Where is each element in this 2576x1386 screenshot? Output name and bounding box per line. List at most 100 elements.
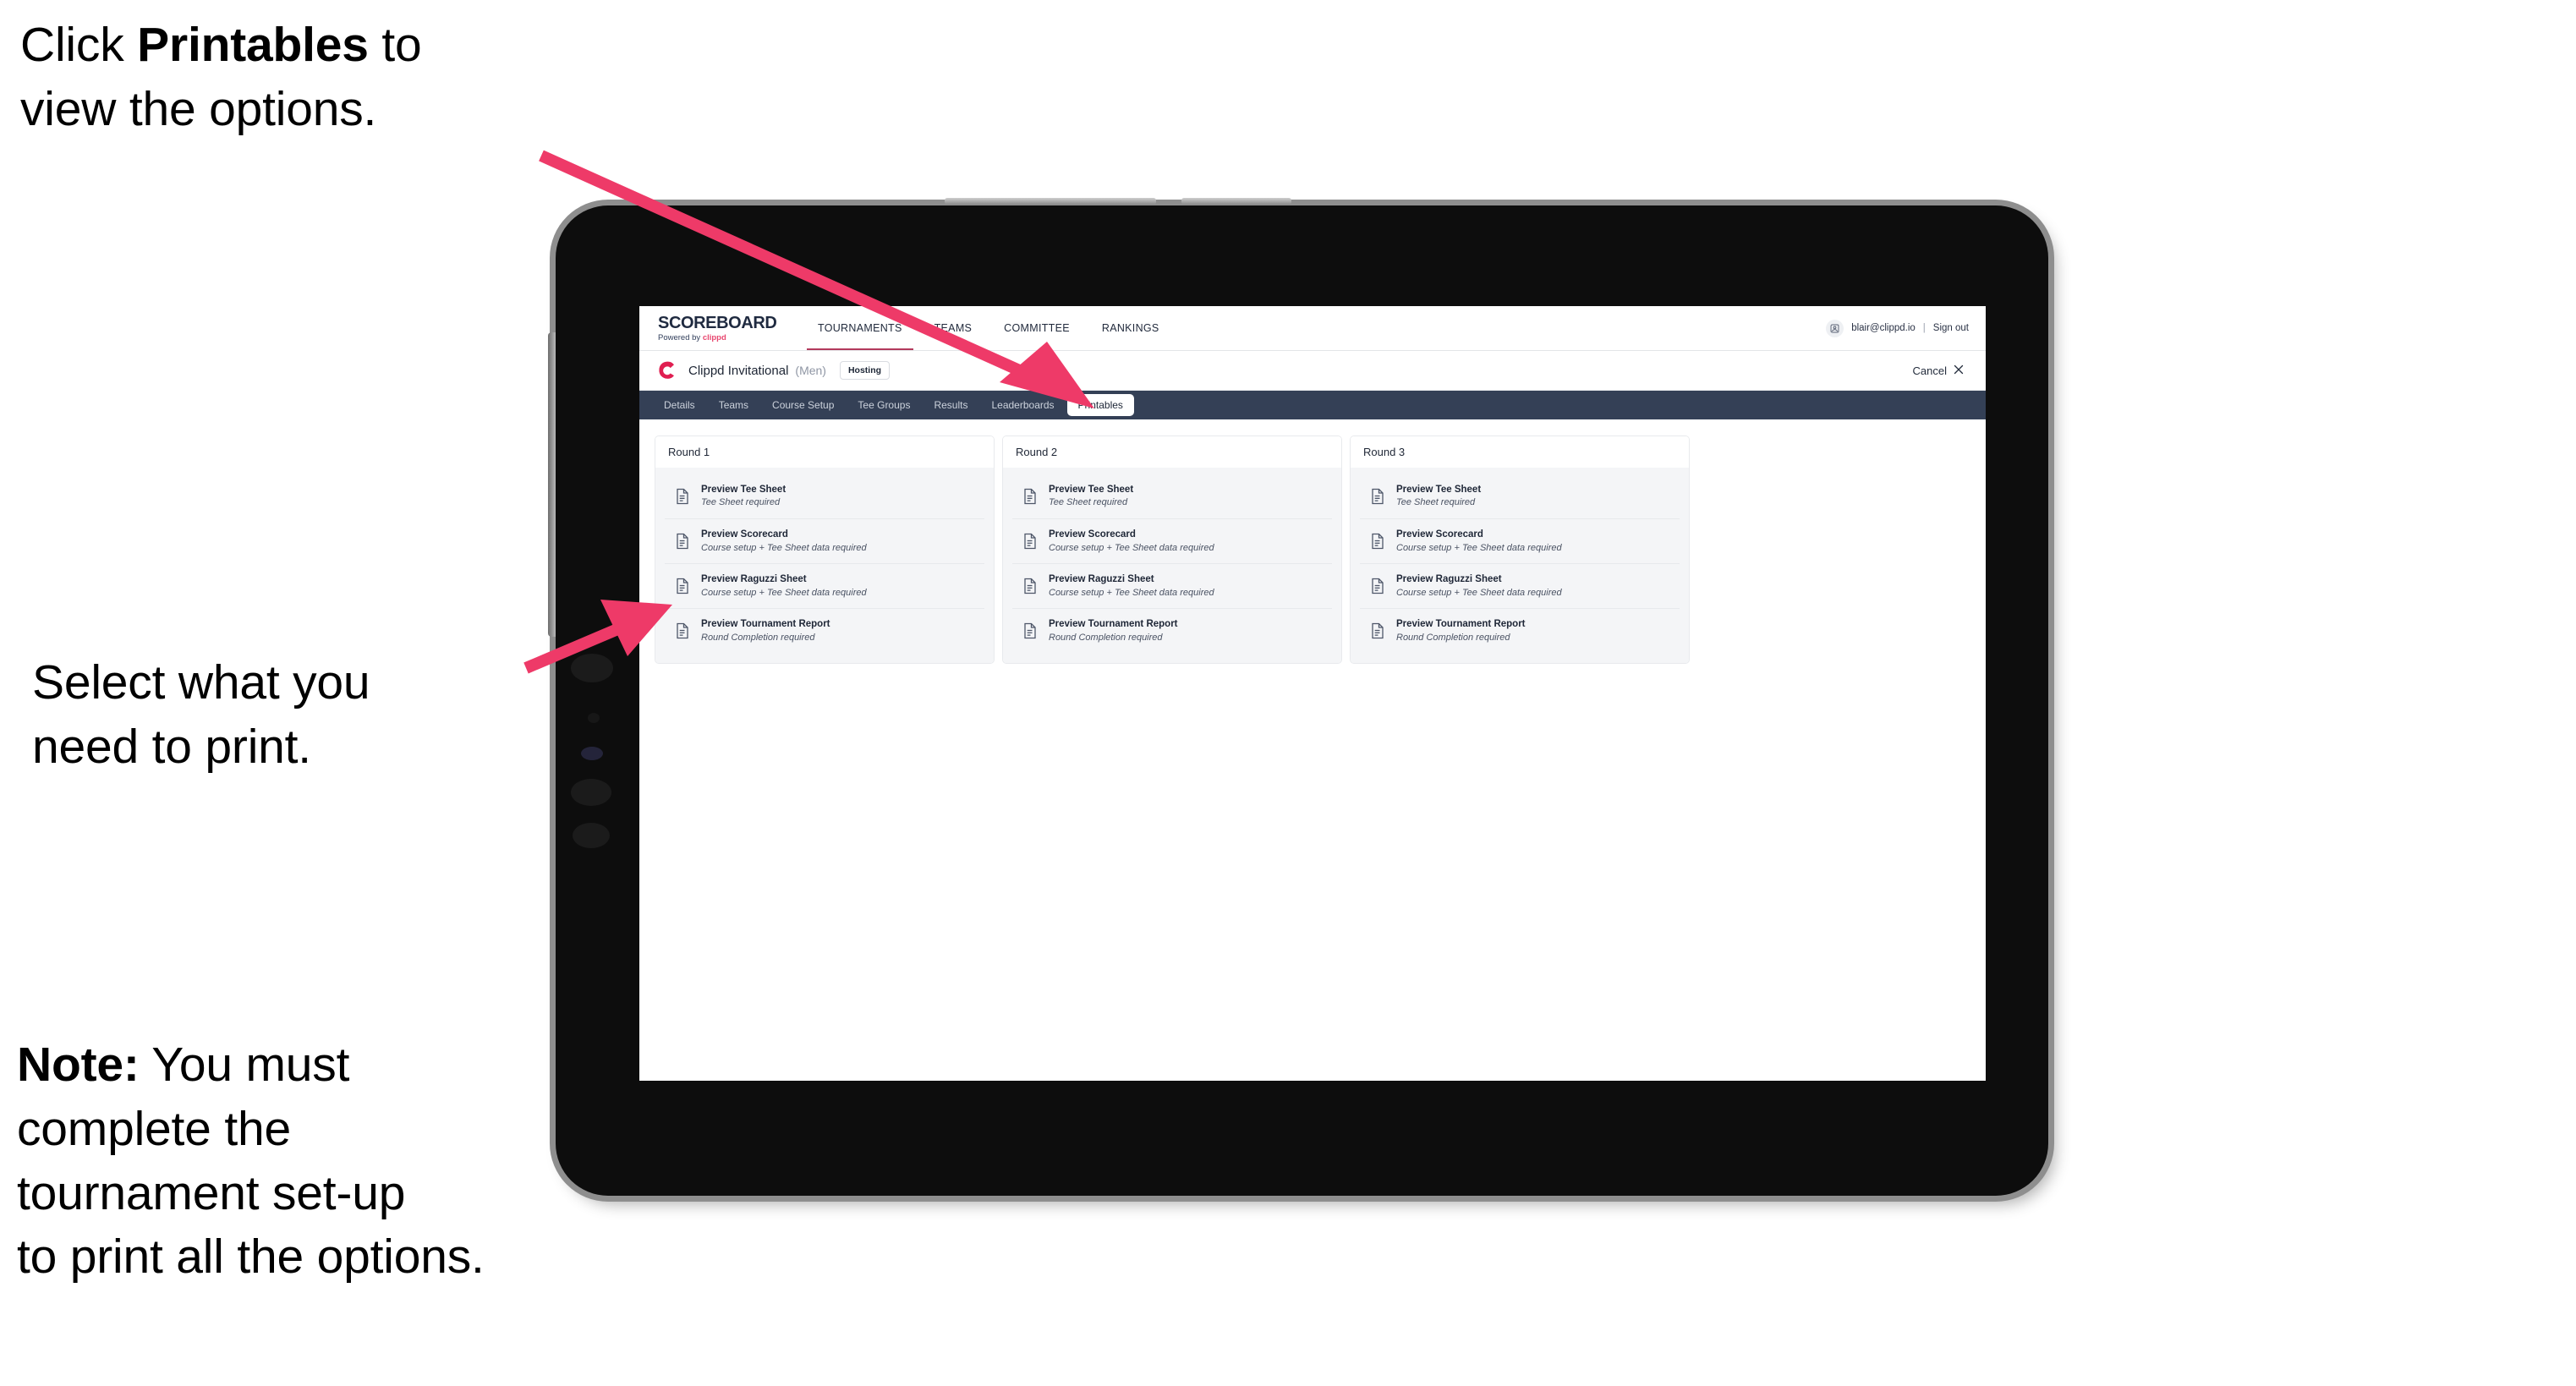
tab-tee-groups[interactable]: Tee Groups [847, 394, 921, 416]
topnav-item-rankings[interactable]: RANKINGS [1086, 306, 1176, 350]
account-email: blair@clippd.io [1851, 323, 1916, 333]
clippd-c-logo-icon [656, 359, 678, 381]
printable-item-raguzzi-sheet[interactable]: Preview Raguzzi Sheet Course setup + Tee… [1360, 564, 1680, 610]
printable-item-requirement: Course setup + Tee Sheet data required [1049, 587, 1214, 598]
tab-results[interactable]: Results [923, 394, 978, 416]
printable-item-requirement: Course setup + Tee Sheet data required [1396, 587, 1562, 598]
topnav-item-teams[interactable]: TEAMS [918, 306, 989, 350]
round-column-3: Round 3 Preview Tee Sheet Tee Sheet requ… [1350, 436, 1690, 664]
printable-item-title: Preview Tournament Report [1049, 619, 1178, 630]
round-title: Round 3 [1351, 436, 1689, 468]
printable-item-tee-sheet[interactable]: Preview Tee Sheet Tee Sheet required [1360, 474, 1680, 520]
user-avatar-icon[interactable] [1826, 319, 1844, 337]
round-items-2: Preview Tee Sheet Tee Sheet required Pre… [1003, 468, 1341, 663]
printable-item-requirement: Tee Sheet required [1396, 497, 1476, 508]
tablet-top-button-volume [945, 198, 1156, 205]
document-icon [1370, 622, 1385, 639]
annotation-click-bold: Printables [137, 18, 369, 72]
document-icon [1370, 578, 1385, 594]
printable-item-title: Preview Scorecard [701, 529, 788, 540]
app-top-bar: SCOREBOARD Powered by clippd TOURNAMENTS… [639, 306, 1986, 351]
tournament-tab-strip: Details Teams Course Setup Tee Groups Re… [639, 391, 1986, 419]
printable-item-title: Preview Tee Sheet [1049, 485, 1134, 495]
document-icon [1370, 533, 1385, 550]
scoreboard-brand-logo[interactable]: SCOREBOARD Powered by clippd [639, 306, 802, 350]
account-area: blair@clippd.io | Sign out [1826, 306, 1986, 350]
printable-item-tournament-report[interactable]: Preview Tournament Report Round Completi… [1360, 609, 1680, 654]
printable-item-title: Preview Scorecard [1049, 529, 1136, 540]
round-column-2: Round 2 Preview Tee Sheet Tee Sheet requ… [1002, 436, 1342, 664]
primary-navigation: TOURNAMENTS TEAMS COMMITTEE RANKINGS [802, 306, 1176, 350]
printable-item-title: Preview Raguzzi Sheet [1396, 574, 1502, 585]
topnav-item-committee[interactable]: COMMITTEE [988, 306, 1086, 350]
printable-item-requirement: Course setup + Tee Sheet data required [701, 587, 867, 598]
close-x-icon [1954, 364, 1964, 377]
printable-item-title: Preview Tournament Report [1396, 619, 1526, 630]
round-title: Round 2 [1003, 436, 1341, 468]
tab-leaderboards[interactable]: Leaderboards [980, 394, 1065, 416]
printable-item-raguzzi-sheet[interactable]: Preview Raguzzi Sheet Course setup + Tee… [665, 564, 984, 610]
printable-item-requirement: Round Completion required [701, 632, 815, 643]
tab-details[interactable]: Details [653, 394, 706, 416]
printable-item-title: Preview Raguzzi Sheet [701, 574, 807, 585]
printable-item-tee-sheet[interactable]: Preview Tee Sheet Tee Sheet required [665, 474, 984, 520]
printable-item-title: Preview Tee Sheet [701, 485, 787, 495]
bezel-reflection [571, 654, 613, 682]
tablet-side-rail [548, 332, 556, 637]
printable-item-requirement: Round Completion required [1049, 632, 1163, 643]
bezel-reflection [571, 779, 611, 806]
printable-item-title: Preview Raguzzi Sheet [1049, 574, 1154, 585]
tournament-gender: (Men) [795, 364, 826, 377]
printable-item-scorecard[interactable]: Preview Scorecard Course setup + Tee She… [1012, 519, 1332, 565]
document-icon [675, 488, 690, 505]
account-separator: | [1922, 323, 1926, 333]
printables-board: Round 1 Preview Tee Sheet Tee Sheet requ… [639, 419, 1986, 680]
printable-item-requirement: Tee Sheet required [1049, 497, 1128, 508]
tab-course-setup[interactable]: Course Setup [761, 394, 845, 416]
brand-powered-by: Powered by [658, 332, 703, 342]
document-icon [1022, 488, 1038, 505]
brand-title: SCOREBOARD [658, 313, 777, 332]
tab-printables[interactable]: Printables [1066, 394, 1134, 416]
printable-item-scorecard[interactable]: Preview Scorecard Course setup + Tee She… [1360, 519, 1680, 565]
printable-item-raguzzi-sheet[interactable]: Preview Raguzzi Sheet Course setup + Tee… [1012, 564, 1332, 610]
round-title: Round 1 [655, 436, 994, 468]
tournament-name: Clippd Invitational [688, 363, 789, 378]
tablet-top-button-power [1181, 198, 1291, 205]
cancel-button-label: Cancel [1912, 364, 1947, 377]
round-column-1: Round 1 Preview Tee Sheet Tee Sheet requ… [655, 436, 995, 664]
document-icon [675, 622, 690, 639]
printable-item-title: Preview Tournament Report [701, 619, 830, 630]
status-badge-hosting[interactable]: Hosting [839, 361, 891, 380]
topnav-item-tournaments[interactable]: TOURNAMENTS [802, 306, 918, 350]
document-icon [1022, 533, 1038, 550]
tab-teams[interactable]: Teams [708, 394, 759, 416]
cancel-button[interactable]: Cancel [1913, 364, 1969, 377]
printable-item-tee-sheet[interactable]: Preview Tee Sheet Tee Sheet required [1012, 474, 1332, 520]
printable-item-requirement: Round Completion required [1396, 632, 1510, 643]
document-icon [675, 578, 690, 594]
printable-item-requirement: Course setup + Tee Sheet data required [701, 542, 867, 553]
tablet-device-frame: SCOREBOARD Powered by clippd TOURNAMENTS… [548, 198, 2048, 1196]
printable-item-scorecard[interactable]: Preview Scorecard Course setup + Tee She… [665, 519, 984, 565]
annotation-click-prefix: Click [20, 18, 138, 72]
printable-item-tournament-report[interactable]: Preview Tournament Report Round Completi… [665, 609, 984, 654]
document-icon [1370, 488, 1385, 505]
annotation-click-printables: Click Printables to view the options. [20, 14, 578, 142]
round-items-3: Preview Tee Sheet Tee Sheet required Pre… [1351, 468, 1689, 663]
round-items-1: Preview Tee Sheet Tee Sheet required Pre… [655, 468, 994, 663]
printable-item-tournament-report[interactable]: Preview Tournament Report Round Completi… [1012, 609, 1332, 654]
bezel-camera-dot [588, 713, 600, 723]
bezel-sensor-dot [581, 747, 603, 760]
printable-item-requirement: Tee Sheet required [701, 497, 781, 508]
brand-clippd-word: clippd [702, 332, 726, 342]
annotation-select-print: Select what you need to print. [32, 655, 370, 774]
tablet-screen: SCOREBOARD Powered by clippd TOURNAMENTS… [639, 306, 1986, 1081]
printable-item-title: Preview Scorecard [1396, 529, 1483, 540]
brand-subtitle: Powered by clippd [658, 334, 785, 342]
bezel-reflection [573, 823, 610, 848]
sign-out-link[interactable]: Sign out [1933, 323, 1969, 333]
printable-item-title: Preview Tee Sheet [1396, 485, 1482, 495]
printable-item-requirement: Course setup + Tee Sheet data required [1396, 542, 1562, 553]
annotation-note-bold: Note: [17, 1038, 140, 1092]
